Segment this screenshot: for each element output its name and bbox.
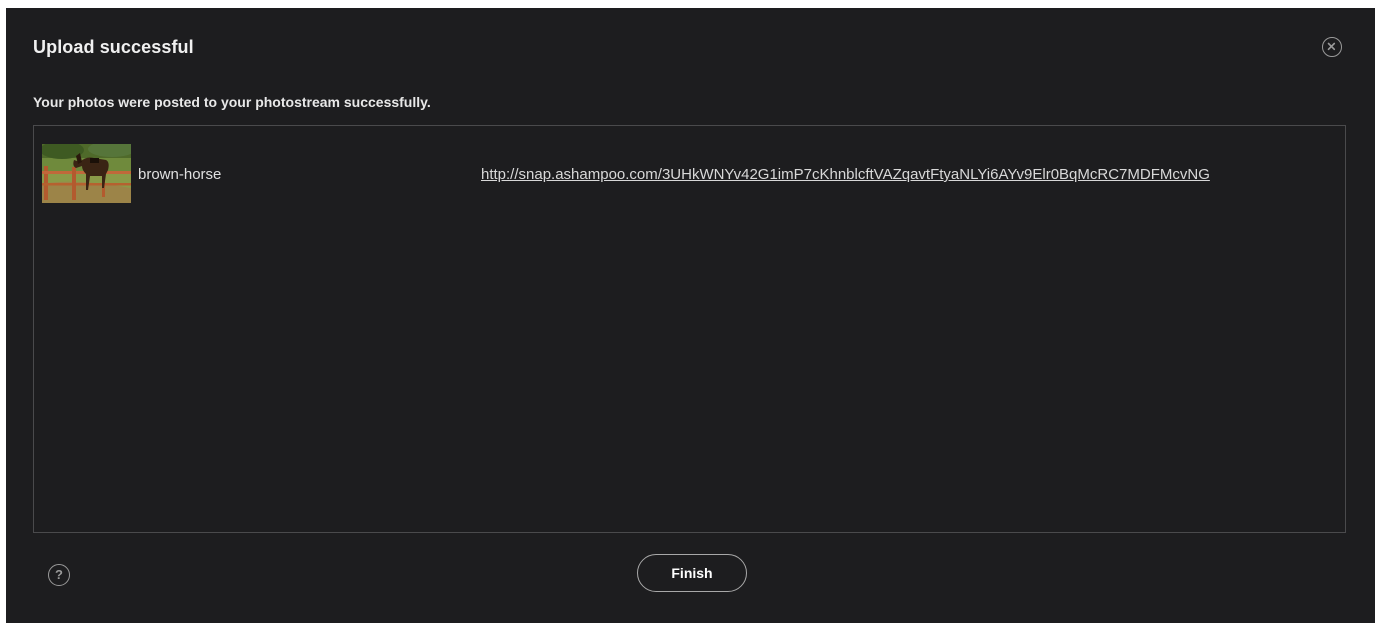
finish-button[interactable]: Finish xyxy=(637,554,747,592)
upload-dialog: Upload successful Your photos were poste… xyxy=(6,8,1375,623)
question-icon: ? xyxy=(55,567,63,582)
photo-name: brown-horse xyxy=(138,166,222,183)
success-message: Your photos were posted to your photostr… xyxy=(33,94,431,110)
help-button[interactable]: ? xyxy=(48,564,70,586)
close-icon xyxy=(1327,42,1336,51)
photo-thumbnail xyxy=(42,144,131,203)
list-item: brown-horse http://snap.ashampoo.com/3UH… xyxy=(42,144,1332,206)
dialog-title: Upload successful xyxy=(33,37,194,57)
close-button[interactable] xyxy=(1322,37,1342,57)
photo-link[interactable]: http://snap.ashampoo.com/3UHkWNYv42G1imP… xyxy=(481,166,1210,183)
upload-list: brown-horse http://snap.ashampoo.com/3UH… xyxy=(33,125,1346,533)
horse-photo-image xyxy=(42,144,131,203)
